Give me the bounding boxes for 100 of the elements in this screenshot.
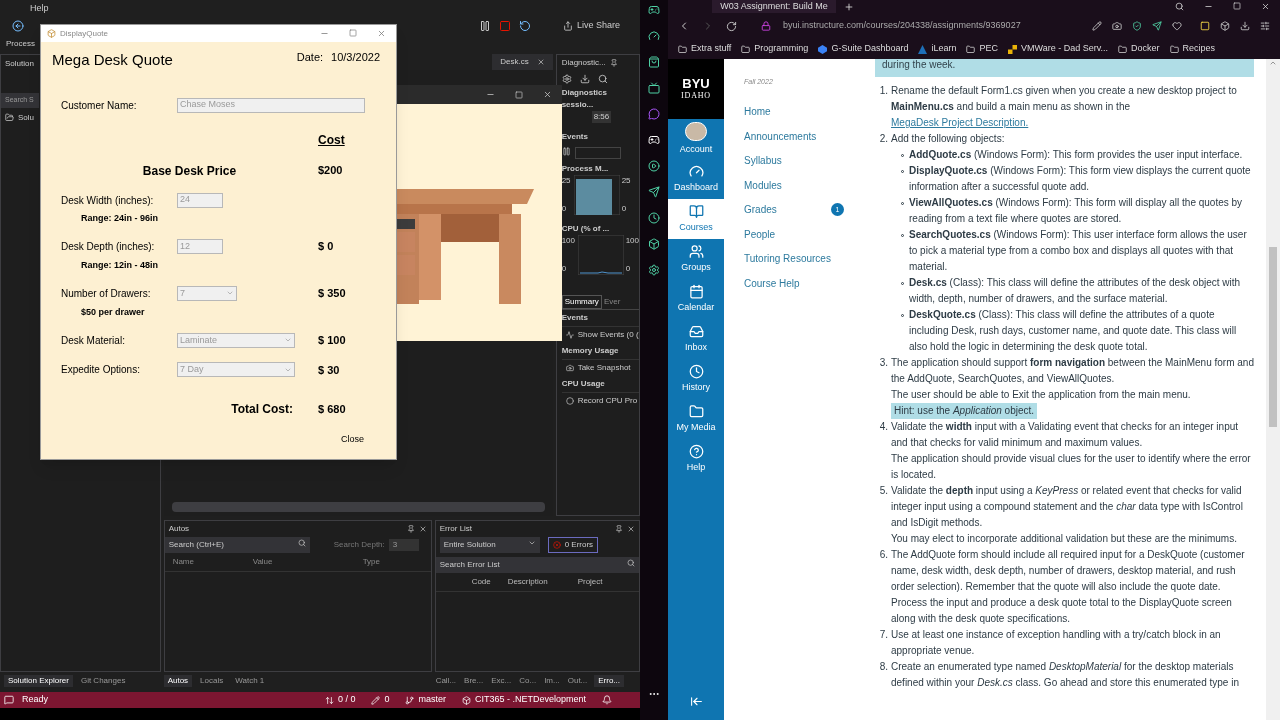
repo-name[interactable]: CIT365 - .NETDevelopment [474, 693, 586, 707]
shield-icon[interactable] [1132, 21, 1142, 31]
download-icon[interactable] [1240, 21, 1250, 31]
global-nav-item[interactable]: Courses [668, 199, 724, 239]
errors-filter[interactable]: 0 Errors [547, 537, 599, 553]
record-icon[interactable] [565, 397, 574, 405]
panel-tab[interactable]: Co... [518, 675, 538, 687]
pin-icon[interactable] [615, 525, 623, 533]
course-nav-link[interactable]: Home [744, 104, 771, 120]
description-link[interactable]: MegaDesk Project Description. [891, 117, 1029, 128]
browser-tab[interactable]: W03 Assignment: Build Me [712, 0, 836, 13]
close-icon[interactable] [536, 58, 545, 66]
editor-tab[interactable]: Desk.cs [492, 54, 553, 70]
bag-icon[interactable] [648, 56, 660, 68]
back-icon[interactable] [12, 20, 24, 32]
tv-icon[interactable] [648, 82, 660, 94]
action-link[interactable]: Take Snapshot [577, 362, 631, 374]
events-icon[interactable] [565, 331, 574, 339]
extension-icon[interactable] [1200, 21, 1210, 31]
bookmark[interactable]: VMWare - Dad Serv... [1008, 42, 1108, 56]
panel-tab[interactable]: Summary [561, 295, 602, 309]
edit-icon[interactable] [1092, 21, 1102, 31]
global-nav-item[interactable]: History [668, 359, 724, 399]
course-nav-link[interactable]: People [744, 226, 776, 242]
depth-field[interactable]: 3 [388, 539, 419, 551]
column-header[interactable]: Code [471, 576, 508, 588]
course-nav-link[interactable]: Modules [744, 177, 782, 193]
menu-item[interactable]: Help [30, 2, 49, 16]
global-nav-item[interactable]: Groups [668, 239, 724, 279]
action-link[interactable]: Show Events (0 ( [577, 329, 639, 341]
cube-icon[interactable] [648, 238, 660, 250]
bookmark[interactable]: Extra stuff [678, 42, 732, 56]
new-tab-icon[interactable] [844, 1, 854, 12]
pause-icon[interactable] [561, 147, 571, 156]
column-header[interactable]: Description [507, 576, 578, 588]
action-link[interactable]: Record CPU Pro [577, 395, 638, 407]
branch-name[interactable]: master [418, 693, 446, 707]
collapse-icon[interactable] [689, 695, 703, 708]
course-nav-link[interactable]: Syllabus [744, 153, 782, 169]
global-nav-item[interactable]: Help [668, 439, 724, 479]
caret-icon[interactable] [527, 539, 536, 547]
close-icon[interactable] [627, 525, 635, 533]
sync-status[interactable]: 0 / 0 [337, 693, 356, 707]
gauge-icon[interactable] [648, 30, 660, 42]
bookmark[interactable]: iLearn [918, 42, 957, 56]
close-icon[interactable] [418, 525, 427, 533]
gamepad-icon[interactable] [648, 4, 660, 16]
close-icon[interactable] [543, 90, 552, 99]
play-icon[interactable] [648, 160, 660, 172]
global-nav-item[interactable]: My Media [668, 399, 724, 439]
panel-tab[interactable]: Exc... [490, 675, 513, 687]
lock-icon[interactable] [761, 21, 771, 31]
panel-tab[interactable]: Call... [434, 675, 458, 687]
restart-icon[interactable] [518, 20, 531, 32]
global-nav-item[interactable]: Dashboard [668, 159, 724, 199]
bookmark[interactable]: Programming [741, 42, 809, 56]
bookmark[interactable]: G-Suite Dashboard [818, 42, 909, 56]
settings-icon[interactable] [561, 74, 572, 84]
messenger-icon[interactable] [648, 108, 660, 120]
address-bar[interactable]: byui.instructure.com/courses/204338/assignments/9369027 [783, 19, 1021, 33]
panel-tab[interactable]: Out... [566, 675, 589, 687]
search-icon[interactable] [297, 539, 306, 547]
maximize-icon[interactable] [515, 90, 523, 99]
pause-icon[interactable] [478, 20, 491, 32]
camera-icon[interactable] [565, 364, 574, 372]
course-nav-link[interactable]: Course Help [744, 275, 800, 291]
panel-tab[interactable]: Ever [601, 295, 623, 309]
bell-icon[interactable] [602, 695, 612, 705]
reload-icon[interactable] [726, 20, 737, 32]
course-nav-link[interactable]: Announcements [744, 128, 817, 144]
scope-dropdown[interactable]: Entire Solution [439, 537, 540, 553]
pin-icon[interactable] [609, 59, 618, 67]
send-icon[interactable] [1152, 21, 1162, 31]
global-nav-item[interactable]: Calendar [668, 279, 724, 319]
pencil-icon[interactable] [371, 695, 381, 705]
search-icon[interactable] [1175, 2, 1184, 11]
repo-icon[interactable] [461, 695, 471, 705]
scrollbar[interactable] [1266, 59, 1280, 720]
panel-tab[interactable]: Erro... [594, 675, 625, 687]
panel-tab[interactable]: Solution Explorer [4, 675, 73, 687]
scroll-thumb[interactable] [1269, 247, 1277, 427]
pin-icon[interactable] [406, 525, 415, 533]
message-icon[interactable] [4, 695, 14, 705]
scroll-up-icon[interactable] [1269, 59, 1277, 67]
column-header[interactable]: Value [252, 556, 363, 568]
column-header[interactable]: Type [362, 556, 423, 568]
course-nav-link[interactable]: Grades [744, 202, 777, 218]
settings-icon[interactable] [648, 264, 660, 276]
camera-icon[interactable] [1112, 21, 1122, 31]
clock-icon[interactable] [648, 212, 660, 224]
column-header[interactable]: Project [577, 576, 628, 588]
tree-item[interactable]: Solu [18, 111, 34, 124]
menu-icon[interactable] [1260, 21, 1270, 31]
panel-tab[interactable]: Locals [196, 675, 228, 687]
heart-icon[interactable] [1172, 21, 1182, 31]
export-icon[interactable] [579, 74, 590, 84]
sync-icon[interactable] [324, 695, 334, 705]
panel-tab[interactable]: Watch 1 [231, 675, 269, 687]
stop-icon[interactable] [498, 20, 511, 32]
panel-tab[interactable]: Autos [163, 675, 193, 687]
